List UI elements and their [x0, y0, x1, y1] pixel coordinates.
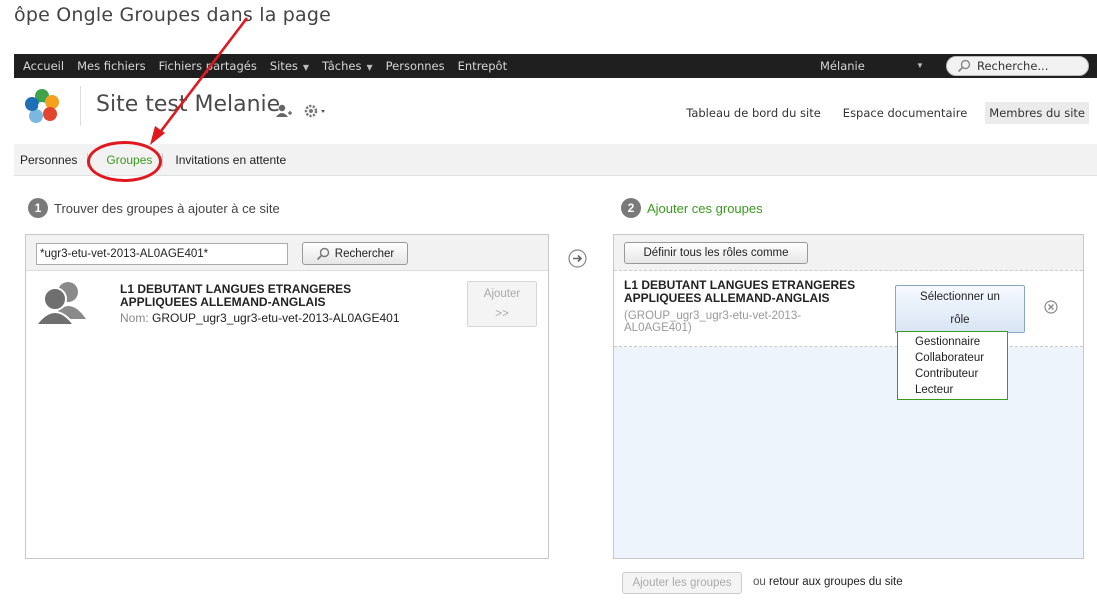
group-search-input[interactable] — [36, 243, 288, 265]
name-value: GROUP_ugr3_ugr3-etu-vet-2013-AL0AGE401 — [152, 311, 400, 325]
list-item: L1 DEBUTANT LANGUES ETRANGERES APPLIQUEE… — [26, 271, 548, 341]
group-avatar-icon — [36, 282, 86, 325]
nav-mes-fichiers[interactable]: Mes fichiers — [77, 59, 146, 73]
link-espace-documentaire[interactable]: Espace documentaire — [839, 102, 971, 124]
step-2-heading: 2 Ajouter ces groupes — [621, 198, 763, 218]
name-key: Nom: — [120, 311, 149, 325]
nav-label: Fichiers partagés — [158, 59, 257, 73]
tab-invitations[interactable]: Invitations en attente — [175, 153, 286, 167]
result-name: Nom: GROUP_ugr3_ugr3-etu-vet-2013-AL0AGE… — [120, 311, 400, 325]
selected-group-id: (GROUP_ugr3_ugr3-etu-vet-2013-AL0AGE401) — [624, 310, 802, 334]
caption-text: ôpe Ongle Groupes dans la page — [14, 4, 332, 26]
caret-down-icon: ▼ — [302, 63, 310, 72]
user-menu[interactable]: Mélanie — [820, 59, 865, 73]
search-icon — [957, 59, 971, 73]
search-placeholder: Recherche... — [977, 59, 1049, 73]
site-header: Site test Melanie Tableau de bord du sit… — [14, 78, 1097, 142]
link-membres-du-site[interactable]: Membres du site — [985, 102, 1089, 124]
role-option-gestionnaire[interactable]: Gestionnaire — [915, 334, 1007, 350]
or-text: ou — [753, 576, 766, 588]
nav-personnes[interactable]: Personnes — [386, 59, 445, 73]
result-title: L1 DEBUTANT LANGUES ETRANGERES APPLIQUEE… — [120, 282, 352, 309]
list-item: L1 DEBUTANT LANGUES ETRANGERES APPLIQUEE… — [614, 271, 1083, 347]
nav-label: Personnes — [385, 59, 445, 73]
role-option-contributeur[interactable]: Contributeur — [915, 366, 1007, 382]
nav-entrepot[interactable]: Entrepôt — [458, 59, 507, 73]
step-label: Trouver des groupes à ajouter à ce site — [54, 200, 280, 216]
caret-down-icon: ▼ — [366, 63, 373, 72]
nav-accueil[interactable]: Accueil — [23, 59, 64, 73]
caret-down-icon[interactable]: ▼ — [916, 61, 924, 70]
search-button[interactable]: Rechercher — [302, 242, 408, 265]
role-dropdown-menu: Gestionnaire Collaborateur Contributeur … — [897, 331, 1008, 400]
role-option-collaborateur[interactable]: Collaborateur — [915, 350, 1007, 366]
members-subnav: Personnes Groupes Invitations en attente — [14, 144, 1097, 176]
tab-personnes[interactable]: Personnes — [20, 153, 77, 167]
arrow-right-circle-icon — [568, 249, 587, 268]
global-search-input[interactable]: Recherche... — [946, 56, 1089, 76]
role-option-lecteur[interactable]: Lecteur — [915, 382, 1007, 398]
header-divider — [80, 86, 81, 126]
remove-circle-icon[interactable] — [1044, 300, 1058, 314]
set-all-roles-button[interactable]: Définir tous les rôles comme — [624, 242, 808, 264]
selected-group-title: L1 DEBUTANT LANGUES ETRANGERES APPLIQUEE… — [624, 278, 856, 305]
site-title: Site test Melanie — [96, 92, 281, 117]
search-button-label: Rechercher — [334, 247, 395, 260]
add-groups-button[interactable]: Ajouter les groupes — [622, 572, 742, 594]
tab-separator — [162, 152, 164, 167]
nav-label: Entrepôt — [457, 59, 508, 73]
site-links: Tableau de bord du site Espace documenta… — [668, 102, 1089, 124]
step-1-heading: 1 Trouver des groupes à ajouter à ce sit… — [28, 198, 280, 218]
nav-fichiers-partages[interactable]: Fichiers partagés — [159, 59, 257, 73]
add-user-icon[interactable] — [276, 104, 292, 118]
alfresco-logo-icon — [25, 89, 59, 123]
nav-taches[interactable]: Tâches ▼ — [322, 59, 373, 73]
link-tableau-de-bord[interactable]: Tableau de bord du site — [682, 102, 825, 124]
roles-toolbar: Définir tous les rôles comme — [614, 235, 1083, 271]
selected-groups-panel: Définir tous les rôles comme L1 DEBUTANT… — [613, 234, 1084, 559]
add-group-button[interactable]: Ajouter >> — [467, 281, 537, 327]
nav-label: Sites — [269, 59, 298, 73]
step-number: 1 — [28, 198, 48, 218]
nav-label: Tâches — [322, 59, 362, 73]
nav-label: Accueil — [23, 59, 65, 73]
search-toolbar: Rechercher — [26, 235, 548, 271]
nav-label: Mes fichiers — [77, 59, 146, 73]
add-label: Ajouter — [483, 288, 521, 300]
gear-icon[interactable] — [304, 104, 328, 118]
nav-sites[interactable]: Sites ▼ — [270, 59, 309, 73]
role-button-line-2: rôle — [950, 314, 970, 326]
step-label: Ajouter ces groupes — [647, 200, 763, 216]
add-arrows: >> — [495, 308, 509, 320]
step-number: 2 — [621, 198, 641, 218]
group-search-panel: Rechercher L1 DEBUTANT LANGUES ETRANGERE… — [25, 234, 549, 559]
annotation-ellipse — [87, 141, 162, 182]
top-nav-bar: Accueil Mes fichiers Fichiers partagés S… — [14, 54, 1097, 78]
return-to-groups-link[interactable]: retour aux groupes du site — [769, 576, 903, 588]
select-role-button[interactable]: Sélectionner un rôle — [895, 285, 1025, 333]
search-icon — [316, 247, 329, 260]
role-button-line-1: Sélectionner un — [920, 291, 1000, 303]
return-text: ou retour aux groupes du site — [753, 576, 903, 588]
